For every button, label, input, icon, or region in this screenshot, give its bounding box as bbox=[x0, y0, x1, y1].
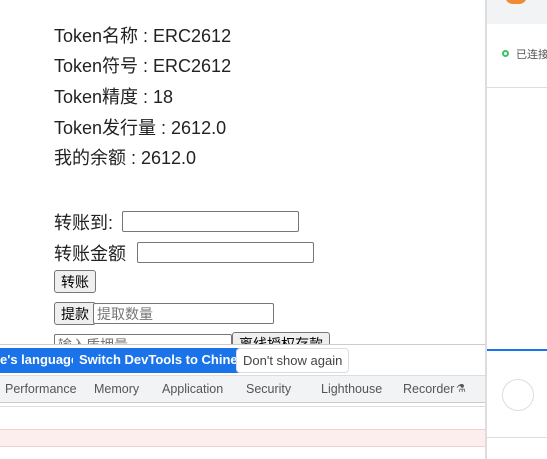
switch-chinese-button[interactable]: Switch DevTools to Chinese bbox=[73, 348, 259, 373]
tab-application[interactable]: Application bbox=[162, 382, 223, 396]
dont-show-again-button[interactable]: Don't show again bbox=[236, 348, 350, 373]
tab-performance[interactable]: Performance bbox=[5, 382, 77, 396]
tab-recorder[interactable]: Recorder bbox=[403, 382, 454, 396]
match-language-button[interactable]: e's language bbox=[0, 348, 85, 373]
deposit-amount-input[interactable] bbox=[54, 334, 232, 344]
transfer-amount-input[interactable] bbox=[137, 242, 314, 263]
tab-memory[interactable]: Memory bbox=[94, 382, 139, 396]
token-decimals: Token精度 : 18 bbox=[54, 87, 174, 107]
console-error-row bbox=[0, 429, 485, 447]
fox-logo-icon bbox=[505, 0, 527, 4]
transfer-amount-label: 转账金额 bbox=[54, 244, 126, 264]
wallet-header bbox=[487, 0, 547, 24]
devtools-panel: e's language Switch DevTools to Chinese … bbox=[0, 344, 485, 459]
devtools-tabs: Performance Memory Application Security … bbox=[0, 375, 485, 403]
tab-lighthouse[interactable]: Lighthouse bbox=[321, 382, 382, 396]
token-supply: Token发行量 : 2612.0 bbox=[54, 118, 227, 138]
withdraw-button[interactable]: 提款 bbox=[54, 302, 96, 325]
divider bbox=[487, 437, 547, 438]
my-balance: 我的余额 : 2612.0 bbox=[54, 148, 197, 168]
connected-dot-icon bbox=[502, 50, 509, 57]
withdraw-amount-input[interactable] bbox=[93, 303, 274, 324]
active-tab-indicator bbox=[487, 349, 547, 351]
transfer-to-label: 转账到: bbox=[54, 213, 114, 233]
flask-icon: ⚗ bbox=[456, 383, 466, 395]
divider bbox=[0, 406, 485, 407]
token-name: Token名称 : ERC2612 bbox=[54, 26, 232, 46]
wallet-panel: 已连接 bbox=[485, 0, 547, 459]
dapp-page: Token名称 : ERC2612 Token符号 : ERC2612 Toke… bbox=[0, 0, 485, 344]
connection-status: 已连接 bbox=[516, 49, 547, 61]
permit-deposit-button[interactable]: 离线授权存款 bbox=[232, 332, 330, 344]
transfer-to-input[interactable] bbox=[122, 211, 299, 232]
token-symbol: Token符号 : ERC2612 bbox=[54, 56, 232, 76]
divider bbox=[487, 87, 547, 88]
tab-security[interactable]: Security bbox=[246, 382, 291, 396]
transfer-button[interactable]: 转账 bbox=[54, 270, 96, 293]
account-avatar[interactable] bbox=[502, 379, 534, 411]
